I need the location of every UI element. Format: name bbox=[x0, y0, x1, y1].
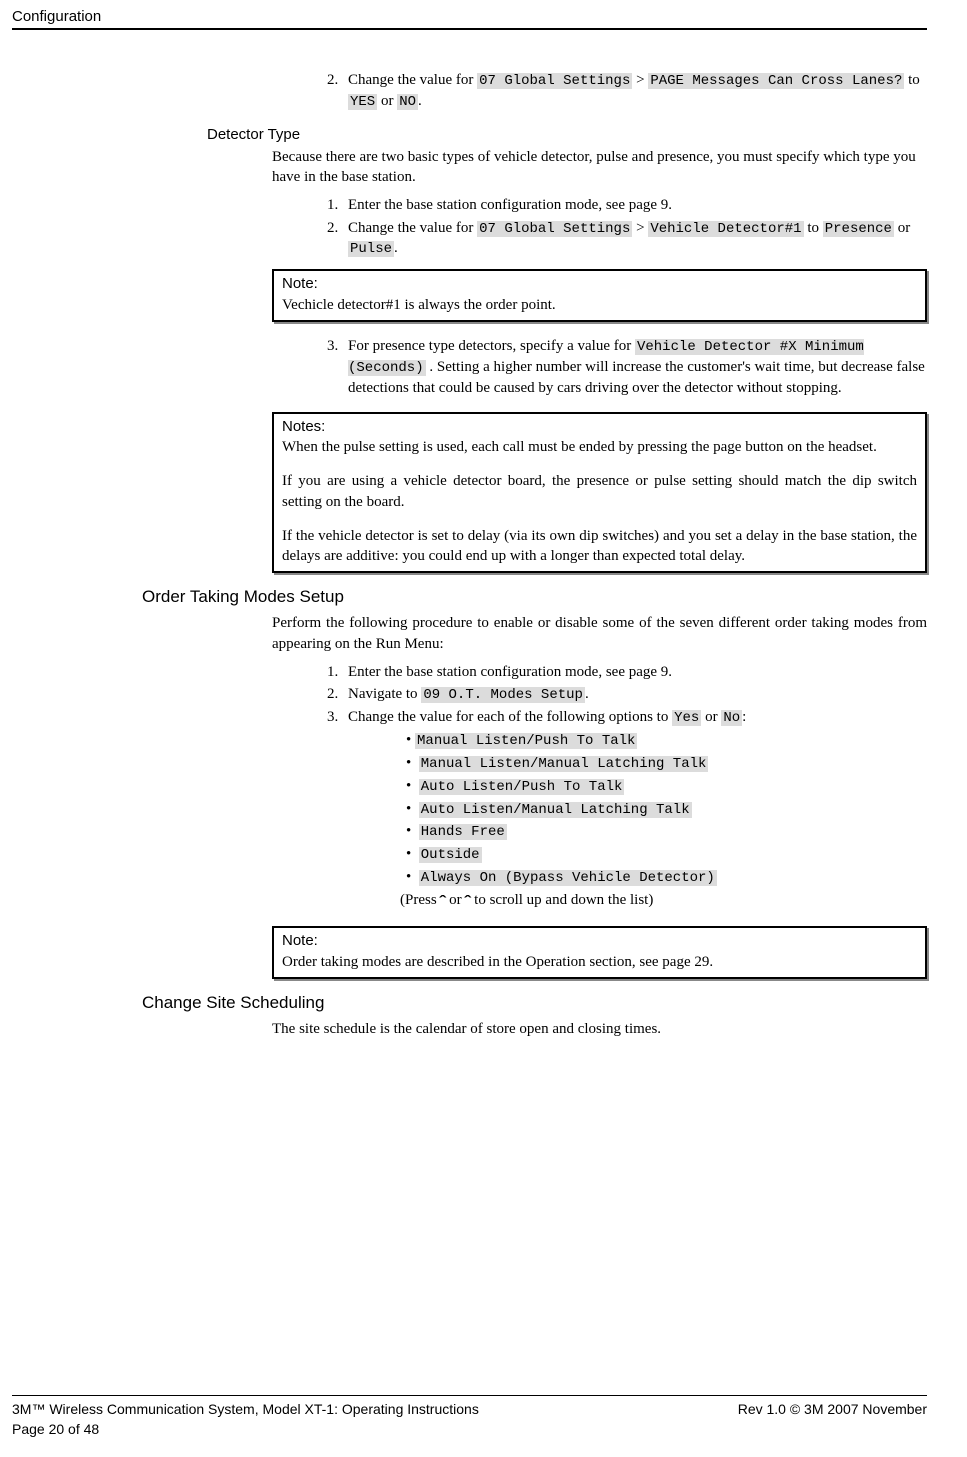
text: to scroll up and down the list) bbox=[470, 892, 653, 908]
detector-li1: Enter the base station configuration mod… bbox=[342, 195, 927, 215]
note-body: Order taking modes are described in the … bbox=[282, 952, 917, 972]
order-li2: Navigate to 09 O.T. Modes Setup. bbox=[342, 684, 927, 705]
text: Change the value for bbox=[348, 220, 477, 236]
detector-notes-box: Notes: When the pulse setting is used, e… bbox=[272, 412, 927, 574]
order-body: Perform the following procedure to enabl… bbox=[272, 613, 927, 979]
text: Navigate to bbox=[348, 686, 421, 702]
code-global-settings: 07 Global Settings bbox=[477, 73, 632, 89]
order-bullets: Manual Listen/Push To Talk Manual Listen… bbox=[400, 730, 927, 888]
footer-row: 3M™ Wireless Communication System, Model… bbox=[12, 1401, 927, 1417]
footer-page-number: Page 20 of 48 bbox=[12, 1421, 927, 1437]
text: or bbox=[701, 709, 721, 725]
detector-li3: For presence type detectors, specify a v… bbox=[342, 336, 927, 398]
detector-type-section: Detector Type bbox=[207, 126, 927, 143]
detector-list: Enter the base station configuration mod… bbox=[272, 195, 927, 259]
notes-p1: When the pulse setting is used, each cal… bbox=[282, 437, 917, 457]
note-body: Vechicle detector#1 is always the order … bbox=[282, 295, 917, 315]
detector-list-cont: For presence type detectors, specify a v… bbox=[272, 336, 927, 398]
detector-li2: Change the value for 07 Global Settings … bbox=[342, 218, 927, 260]
text: . bbox=[585, 686, 589, 702]
text: (Press bbox=[400, 892, 440, 908]
bullet-hands-free: Hands Free bbox=[400, 821, 927, 842]
notes-p2: If you are using a vehicle detector boar… bbox=[282, 471, 917, 512]
order-li3: Change the value for each of the followi… bbox=[342, 707, 927, 910]
code: Auto Listen/Push To Talk bbox=[419, 779, 625, 795]
header-rule bbox=[12, 28, 927, 30]
order-list: Enter the base station configuration mod… bbox=[272, 662, 927, 911]
text: or bbox=[894, 220, 910, 236]
code-page-messages: PAGE Messages Can Cross Lanes? bbox=[648, 73, 904, 89]
code: Manual Listen/Manual Latching Talk bbox=[419, 756, 709, 772]
text: Change the value for each of the followi… bbox=[348, 709, 672, 725]
caret-up-icon: ˆ bbox=[440, 892, 447, 912]
order-intro: Perform the following procedure to enabl… bbox=[272, 613, 927, 654]
bullet-auto-latch: Auto Listen/Manual Latching Talk bbox=[400, 799, 927, 820]
code-yes: Yes bbox=[672, 710, 701, 726]
footer-rule bbox=[12, 1395, 927, 1396]
bullet-manual-latch: Manual Listen/Manual Latching Talk bbox=[400, 753, 927, 774]
text: . bbox=[394, 240, 398, 256]
detector-type-heading: Detector Type bbox=[207, 126, 927, 143]
text: . bbox=[418, 93, 422, 109]
note-label: Note: bbox=[282, 274, 917, 294]
code: Hands Free bbox=[419, 824, 507, 840]
text: . Setting a higher number will increase … bbox=[348, 359, 925, 396]
code-yes: YES bbox=[348, 94, 377, 110]
text: Change the value for bbox=[348, 72, 477, 88]
note-label: Note: bbox=[282, 931, 917, 951]
code-presence: Presence bbox=[823, 221, 894, 237]
sched-body: The site schedule is the calendar of sto… bbox=[272, 1019, 927, 1039]
code-vehicle-detector: Vehicle Detector#1 bbox=[648, 221, 803, 237]
code-no: No bbox=[721, 710, 742, 726]
bullet-manual-push: Manual Listen/Push To Talk bbox=[400, 730, 927, 751]
text: to bbox=[804, 220, 823, 236]
top-list-block: Change the value for 07 Global Settings … bbox=[272, 70, 927, 112]
code-no: NO bbox=[397, 94, 418, 110]
code-pulse: Pulse bbox=[348, 241, 394, 257]
footer-left: 3M™ Wireless Communication System, Model… bbox=[12, 1401, 479, 1417]
text: to bbox=[904, 72, 919, 88]
text: : bbox=[742, 709, 746, 725]
text: For presence type detectors, specify a v… bbox=[348, 338, 635, 354]
text: or bbox=[377, 93, 397, 109]
footer-right: Rev 1.0 © 3M 2007 November bbox=[738, 1401, 927, 1417]
top-list-item-2: Change the value for 07 Global Settings … bbox=[342, 70, 927, 112]
notes-label: Notes: bbox=[282, 417, 917, 437]
running-header: Configuration bbox=[12, 8, 927, 25]
notes-p3: If the vehicle detector is set to delay … bbox=[282, 526, 917, 567]
caret-up-icon: ˆ bbox=[465, 892, 472, 912]
text-gt: > bbox=[632, 220, 648, 236]
press-note: (Press ˆ or ˆ to scroll up and down the … bbox=[400, 890, 927, 910]
detector-note-1: Note: Vechicle detector#1 is always the … bbox=[272, 269, 927, 322]
order-li1: Enter the base station configuration mod… bbox=[342, 662, 927, 682]
sched-section-head: Change Site Scheduling bbox=[142, 993, 927, 1013]
code: Outside bbox=[419, 847, 482, 863]
code: Manual Listen/Push To Talk bbox=[415, 733, 637, 749]
order-section-head: Order Taking Modes Setup bbox=[142, 587, 927, 607]
order-note-box: Note: Order taking modes are described i… bbox=[272, 926, 927, 979]
code-ot-modes: 09 O.T. Modes Setup bbox=[421, 687, 585, 703]
code: Always On (Bypass Vehicle Detector) bbox=[419, 870, 717, 886]
code: Auto Listen/Manual Latching Talk bbox=[419, 802, 692, 818]
order-heading: Order Taking Modes Setup bbox=[142, 587, 927, 607]
detector-type-body: Because there are two basic types of veh… bbox=[272, 147, 927, 574]
top-numbered-list: Change the value for 07 Global Settings … bbox=[272, 70, 927, 112]
bullet-auto-push: Auto Listen/Push To Talk bbox=[400, 776, 927, 797]
bullet-always-on: Always On (Bypass Vehicle Detector) bbox=[400, 867, 927, 888]
document-page: Configuration Change the value for 07 Gl… bbox=[0, 0, 967, 1457]
text: or bbox=[445, 892, 465, 908]
detector-intro: Because there are two basic types of veh… bbox=[272, 147, 927, 188]
sched-heading: Change Site Scheduling bbox=[142, 993, 927, 1013]
code-global-settings: 07 Global Settings bbox=[477, 221, 632, 237]
page-footer: 3M™ Wireless Communication System, Model… bbox=[12, 1395, 927, 1437]
sched-intro: The site schedule is the calendar of sto… bbox=[272, 1019, 927, 1039]
bullet-outside: Outside bbox=[400, 844, 927, 865]
text-gt: > bbox=[632, 72, 648, 88]
